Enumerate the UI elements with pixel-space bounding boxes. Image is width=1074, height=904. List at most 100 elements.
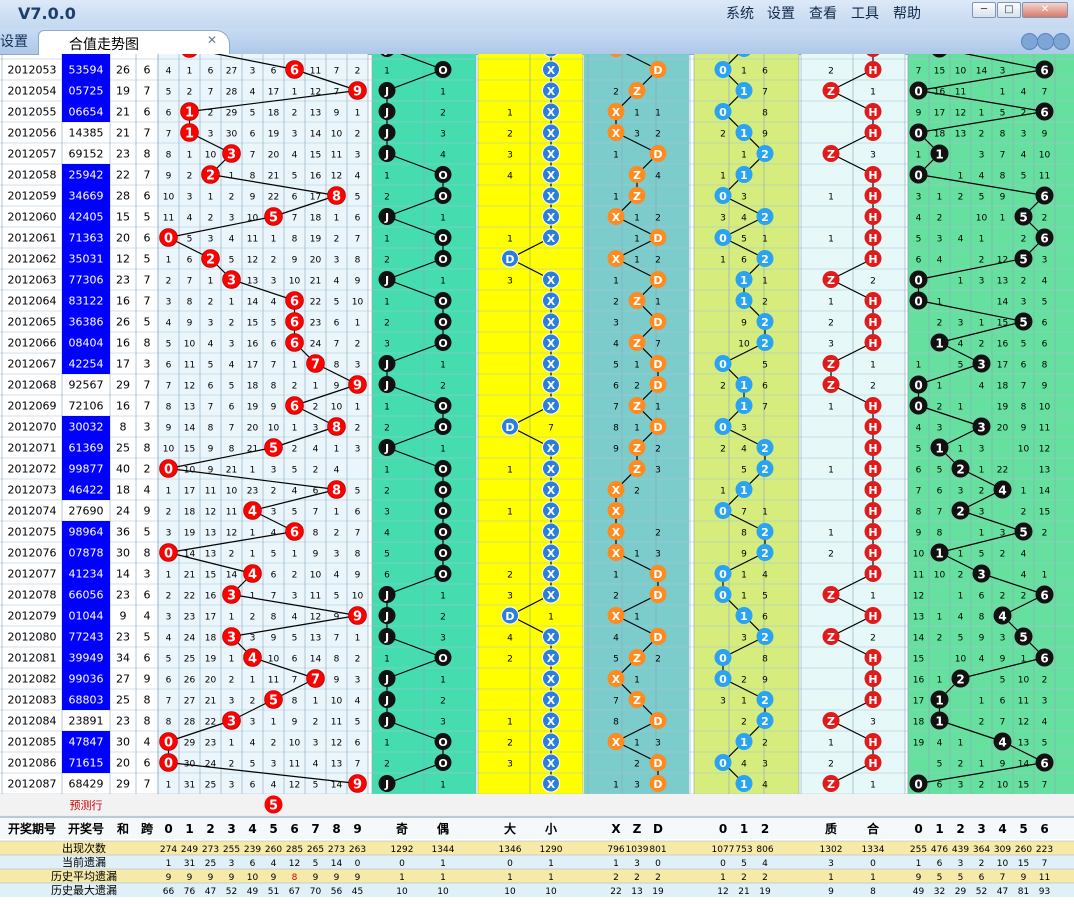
maximize-button[interactable]: □	[997, 2, 1021, 18]
footer-digit-value: 9	[208, 873, 214, 883]
digit2-miss: 5	[1021, 340, 1027, 350]
miss-count: 9	[334, 382, 340, 392]
prime-composite-miss: 1	[870, 592, 876, 602]
miss-count: 2	[208, 214, 214, 224]
header-digit2: 3	[977, 822, 985, 836]
big-small-ball-label: X	[547, 715, 556, 728]
tab-settings[interactable]: 设置	[0, 31, 28, 51]
digit2-miss: 4	[979, 655, 985, 665]
miss-count: 2	[271, 739, 277, 749]
miss-count: 9	[271, 634, 277, 644]
header-digit2: 1	[935, 822, 943, 836]
close-button[interactable]: ✕	[1022, 2, 1068, 18]
digit2-miss: 2	[979, 256, 985, 266]
xzd-miss: 2	[655, 214, 661, 224]
menu-system[interactable]: 系统	[726, 3, 754, 23]
header-big: 大	[504, 821, 516, 836]
menu-help[interactable]: 帮助	[893, 3, 921, 23]
xzd-miss: 1	[634, 676, 640, 686]
xzd-miss: 1	[655, 109, 661, 119]
miss-count: 18	[205, 634, 217, 644]
big-small-ball-label: X	[547, 631, 556, 644]
sum-cell: 30	[116, 547, 130, 560]
nav-left-icon[interactable]	[1021, 33, 1038, 50]
digit2-ball-label: 5	[1019, 526, 1027, 540]
sum-cell: 16	[116, 337, 130, 350]
route-ball-label: 1	[740, 274, 748, 287]
route-ball-label: 1	[740, 379, 748, 392]
number-cell: 99877	[69, 463, 104, 476]
digit2-ball-label: 4	[998, 736, 1006, 750]
digit2-miss: 11	[955, 88, 966, 98]
span-cell: 2	[144, 463, 151, 476]
xzd-miss: 2	[655, 529, 661, 539]
digit2-miss: 11	[1039, 172, 1050, 182]
odd-even-miss: 2	[440, 109, 446, 119]
route-miss: 9	[741, 319, 747, 329]
route-ball-label: 0	[719, 568, 727, 581]
tab-sum-trend[interactable]: 合值走势图 ✕	[38, 30, 230, 55]
xzd-ball-label: Z	[633, 337, 641, 350]
xzd-ball-label: D	[653, 589, 662, 602]
xzd-ball-label: D	[653, 715, 662, 728]
xzd-miss: 4	[655, 172, 661, 182]
footer-digit-value: 51	[268, 887, 279, 897]
xzd-miss: 2	[634, 382, 640, 392]
digit2-miss: 12	[955, 109, 966, 119]
odd-even-ball-label: J	[384, 274, 389, 287]
route-ball-label: 0	[719, 232, 727, 245]
footer-digit2-value: 5	[958, 873, 964, 883]
digit2-miss: 1	[937, 676, 943, 686]
xzd-miss: 1	[634, 739, 640, 749]
hit-ball-label: 8	[332, 190, 341, 205]
hit-ball-label: 0	[164, 232, 173, 247]
miss-count: 23	[205, 739, 216, 749]
minimize-button[interactable]: ─	[972, 2, 996, 18]
route-ball-label: 2	[761, 463, 769, 476]
route-ball-label: 2	[761, 316, 769, 329]
digit2-miss: 5	[1042, 739, 1048, 749]
header-digit2: 6	[1040, 822, 1048, 836]
issue-cell: 2012069	[8, 400, 57, 413]
miss-count: 21	[226, 466, 237, 476]
hit-ball-label: 5	[269, 442, 278, 457]
footer-pc-value: 8	[870, 887, 876, 897]
footer-digit-value: 9	[334, 873, 340, 883]
sum-cell: 25	[116, 694, 130, 707]
route-miss: 2	[720, 382, 726, 392]
route-miss: 8	[762, 109, 768, 119]
miss-count: 1	[313, 697, 319, 707]
odd-even-ball-label: J	[384, 54, 389, 56]
nav-right-icon[interactable]	[1037, 33, 1054, 50]
menu-view[interactable]: 查看	[809, 3, 837, 23]
number-cell: 71363	[69, 232, 104, 245]
footer-label: 历史平均遗漏	[51, 869, 117, 883]
sum-cell: 23	[116, 148, 130, 161]
nav-down-icon[interactable]	[1053, 33, 1070, 50]
span-cell: 3	[144, 421, 151, 434]
prime-composite-miss: 2	[828, 67, 834, 77]
miss-count: 5	[166, 340, 172, 350]
prime-composite-miss: 2	[828, 550, 834, 560]
digit2-ball-label: 0	[914, 778, 922, 792]
digit2-miss: 10	[934, 571, 946, 581]
footer-oe-value: 1	[440, 859, 446, 869]
route-ball-label: 0	[719, 106, 727, 119]
footer-bs-value: 1290	[540, 845, 563, 855]
menu-tools[interactable]: 工具	[851, 3, 879, 23]
miss-count: 3	[229, 697, 235, 707]
miss-count: 1	[166, 487, 172, 497]
footer-digit2-value: 9	[1021, 873, 1027, 883]
span-cell: 6	[144, 652, 151, 665]
menu-settings[interactable]: 设置	[767, 3, 795, 23]
digit2-miss: 1	[937, 193, 943, 203]
route-ball-label: 0	[719, 652, 727, 665]
digit2-miss: 2	[979, 487, 985, 497]
miss-count: 8	[250, 172, 256, 182]
miss-count: 6	[166, 676, 172, 686]
tab-close-icon[interactable]: ✕	[207, 33, 217, 47]
sum-cell: 23	[116, 631, 130, 644]
route-miss: 3	[720, 214, 726, 224]
digit2-miss: 6	[1042, 340, 1048, 350]
sum-cell: 23	[116, 589, 130, 602]
